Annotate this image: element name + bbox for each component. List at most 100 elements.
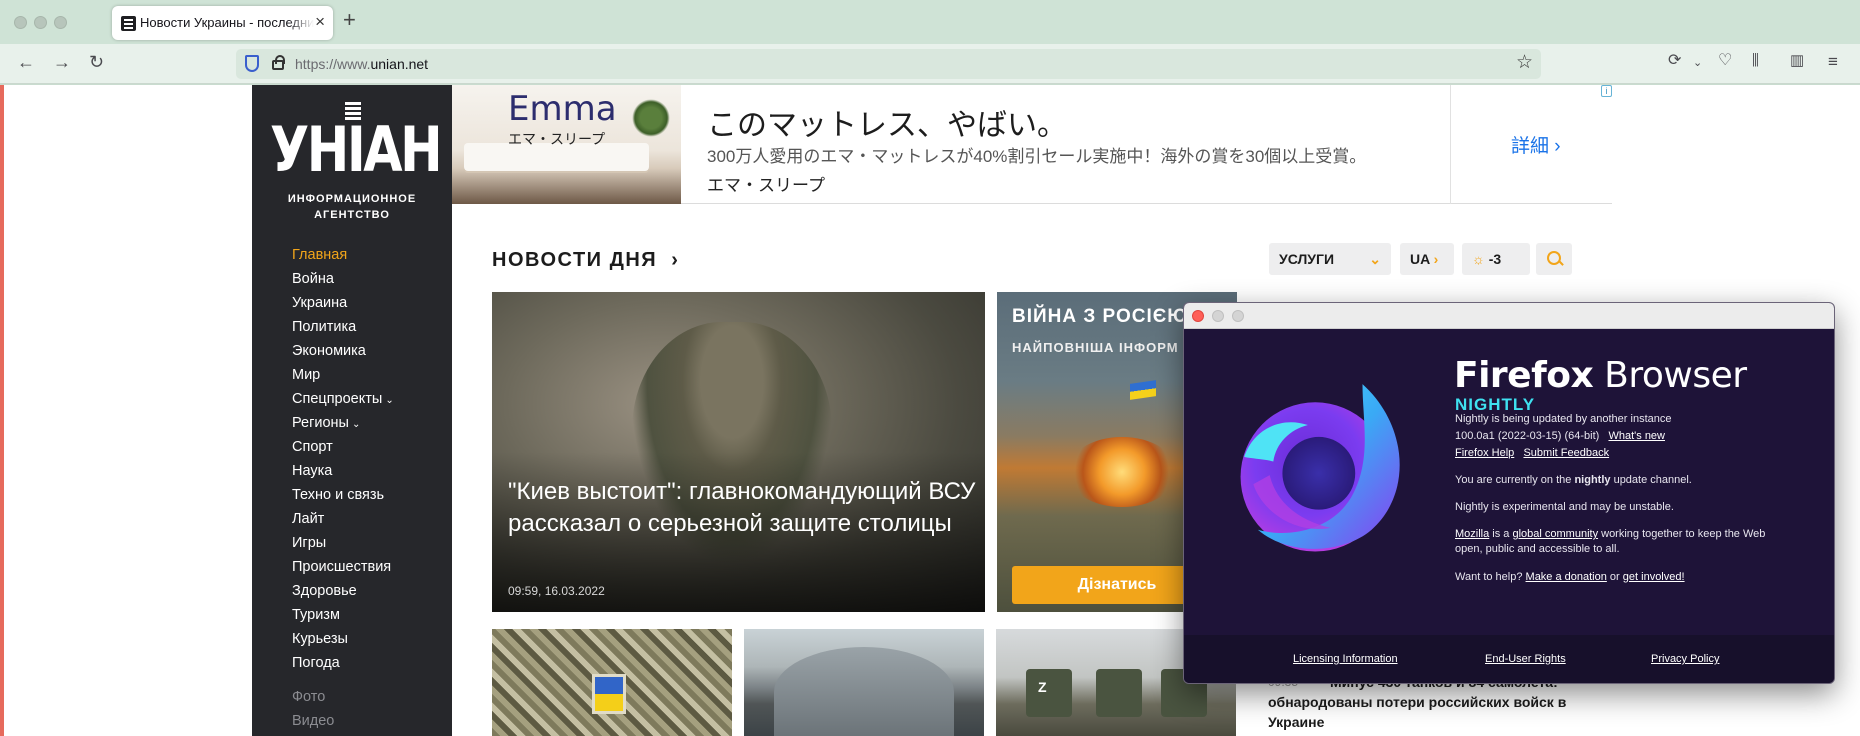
library-icon[interactable]: ⫼: [1752, 53, 1759, 68]
site-logo[interactable]: УНІАН: [270, 119, 443, 181]
privacy-policy-link[interactable]: Privacy Policy: [1651, 653, 1719, 665]
end-user-rights-link[interactable]: End-User Rights: [1485, 653, 1566, 665]
ad-description[interactable]: 300万人愛用のエマ・マットレスが40%割引セール実施中！海外の賞を30個以上受…: [707, 142, 1366, 167]
sidebar-item-health[interactable]: Здоровье: [292, 579, 394, 603]
sidebar-item-light[interactable]: Лайт: [292, 507, 394, 531]
promo-subtitle: НАЙПОВНІША ІНФОРМ: [1012, 340, 1179, 355]
ad-brand-subtitle: エマ・スリープ: [508, 131, 606, 147]
dialog-minimize-button: [1212, 310, 1224, 322]
sidebar-item-science[interactable]: Наука: [292, 459, 394, 483]
sync-account-icon[interactable]: ⟳: [1668, 53, 1681, 69]
lock-icon[interactable]: [272, 55, 285, 70]
whats-new-link[interactable]: What's new: [1608, 430, 1665, 442]
chevron-down-icon: ⌄: [385, 395, 394, 406]
window-zoom-button[interactable]: [54, 16, 67, 29]
ad-source[interactable]: エマ・スリープ: [707, 171, 825, 196]
dialog-close-button[interactable]: [1192, 310, 1204, 322]
reload-icon[interactable]: ↻: [89, 53, 104, 71]
get-involved-link[interactable]: get involved!: [1623, 571, 1685, 583]
tab-bar: Новости Украины - последние новости × +: [0, 0, 1860, 44]
chevron-down-icon[interactable]: ⌄: [1693, 58, 1702, 69]
new-tab-button[interactable]: +: [343, 9, 356, 31]
news-thumbnail[interactable]: [744, 629, 984, 736]
dialog-zoom-button: [1232, 310, 1244, 322]
plant-image: [632, 99, 670, 137]
firefox-wordmark: Firefox Browser: [1454, 355, 1747, 396]
sidebar-item-tourism[interactable]: Туризм: [292, 603, 394, 627]
sidebar-item-incidents[interactable]: Происшествия: [292, 555, 394, 579]
sidebar-item-tech[interactable]: Техно и связь: [292, 483, 394, 507]
sidebar-item-world[interactable]: Мир: [292, 363, 394, 387]
version-line: 100.0a1 (2022-03-15) (64-bit) What's new: [1455, 430, 1665, 442]
sidebar-item-curiosities[interactable]: Курьезы: [292, 627, 394, 651]
tab-title: Новости Украины - последние новости: [140, 15, 314, 30]
submit-feedback-link[interactable]: Submit Feedback: [1523, 447, 1609, 459]
forward-arrow-icon[interactable]: →: [53, 53, 71, 71]
back-arrow-icon[interactable]: ←: [17, 53, 35, 71]
mozilla-link[interactable]: Mozilla: [1455, 528, 1489, 540]
sidebar-menu: Главная Война Украина Политика Экономика…: [292, 243, 394, 733]
sidebar-item-ukraine[interactable]: Украина: [292, 291, 394, 315]
ukraine-patch-image: [592, 674, 626, 714]
ad-image[interactable]: Emma エマ・スリープ: [452, 85, 681, 204]
sidebar-item-weather[interactable]: Погода: [292, 651, 394, 675]
language-switch[interactable]: UA ›: [1400, 243, 1454, 275]
chevron-right-icon: ›: [1554, 136, 1561, 157]
hero-article[interactable]: "Киев выстоит": главнокомандующий ВСУ ра…: [492, 292, 985, 612]
page-gutter-left: [0, 85, 252, 736]
window-minimize-button[interactable]: [34, 16, 47, 29]
tab-close-icon[interactable]: ×: [315, 13, 325, 30]
sidebar-item-politics[interactable]: Политика: [292, 315, 394, 339]
sidebar-item-home[interactable]: Главная: [292, 243, 394, 267]
pocket-icon[interactable]: ♡: [1718, 53, 1732, 69]
chevron-down-icon: ⌄: [1369, 251, 1381, 267]
sidebar-item-regions[interactable]: Регионы ⌄: [292, 411, 394, 435]
url-text[interactable]: https://www.unian.net: [295, 56, 428, 72]
global-community-link[interactable]: global community: [1512, 528, 1598, 540]
community-info-line2: open, public and accessible to all.: [1455, 543, 1620, 555]
hamburger-menu-icon[interactable]: ≡: [1828, 53, 1838, 70]
experimental-notice: Nightly is experimental and may be unsta…: [1455, 501, 1674, 513]
ad-headline[interactable]: このマットレス、やばい。: [707, 100, 1067, 144]
section-title-link[interactable]: НОВОСТИ ДНЯ ›: [492, 249, 679, 272]
channel-info: You are currently on the nightly update …: [1455, 474, 1692, 486]
sidebar-toggle-icon[interactable]: ▥: [1790, 53, 1804, 68]
url-bar[interactable]: https://www.unian.net ☆: [236, 49, 1541, 79]
chevron-right-icon: ›: [1433, 251, 1439, 267]
sidebar-item-photo[interactable]: Фото: [292, 685, 394, 709]
unian-favicon-icon: [121, 16, 136, 31]
ad-cta-link[interactable]: 詳細 ›: [1511, 131, 1561, 158]
news-thumbnail[interactable]: [492, 629, 732, 736]
adchoices-icon[interactable]: i: [1601, 85, 1612, 97]
site-sidebar: УНІАН ИНФОРМАЦИОННОЕ АГЕНТСТВО Главная Во…: [252, 85, 452, 736]
sidebar-item-video[interactable]: Видео: [292, 709, 394, 733]
sidebar-item-war[interactable]: Война: [292, 267, 394, 291]
ad-cta-area[interactable]: 詳細 ›: [1450, 85, 1612, 204]
edition-label: NIGHTLY: [1455, 395, 1536, 414]
firefox-nightly-logo-icon: [1240, 384, 1400, 552]
about-firefox-dialog: Firefox Browser NIGHTLY Nightly is being…: [1183, 302, 1835, 684]
weather-widget[interactable]: ☼ -3: [1462, 243, 1530, 275]
services-dropdown[interactable]: УСЛУГИ ⌄: [1269, 243, 1391, 275]
browser-tab[interactable]: Новости Украины - последние новости ×: [112, 6, 333, 40]
search-button[interactable]: [1536, 243, 1572, 275]
dialog-titlebar[interactable]: [1184, 303, 1834, 329]
contribute-info: Want to help? Make a donation or get inv…: [1455, 571, 1685, 583]
z-marking: Z: [1038, 679, 1047, 695]
firefox-help-link[interactable]: Firefox Help: [1455, 447, 1514, 459]
licensing-link[interactable]: Licensing Information: [1293, 653, 1398, 665]
bookmark-star-icon[interactable]: ☆: [1516, 53, 1533, 72]
hero-headline[interactable]: "Киев выстоит": главнокомандующий ВСУ ра…: [508, 476, 978, 540]
military-truck-image: [1096, 669, 1142, 717]
ukraine-flag-image: [1130, 380, 1156, 400]
sidebar-item-economy[interactable]: Экономика: [292, 339, 394, 363]
ad-banner[interactable]: Emma エマ・スリープ このマットレス、やばい。 300万人愛用のエマ・マット…: [452, 85, 1612, 204]
sidebar-item-games[interactable]: Игры: [292, 531, 394, 555]
chevron-down-icon: ⌄: [351, 419, 361, 430]
chernobyl-sarcophagus-image: [774, 647, 954, 736]
window-close-button[interactable]: [14, 16, 27, 29]
tracking-protection-shield-icon[interactable]: [245, 55, 259, 72]
sidebar-item-special-projects[interactable]: Спецпроекты ⌄: [292, 387, 394, 411]
donate-link[interactable]: Make a donation: [1526, 571, 1607, 583]
sidebar-item-sport[interactable]: Спорт: [292, 435, 394, 459]
